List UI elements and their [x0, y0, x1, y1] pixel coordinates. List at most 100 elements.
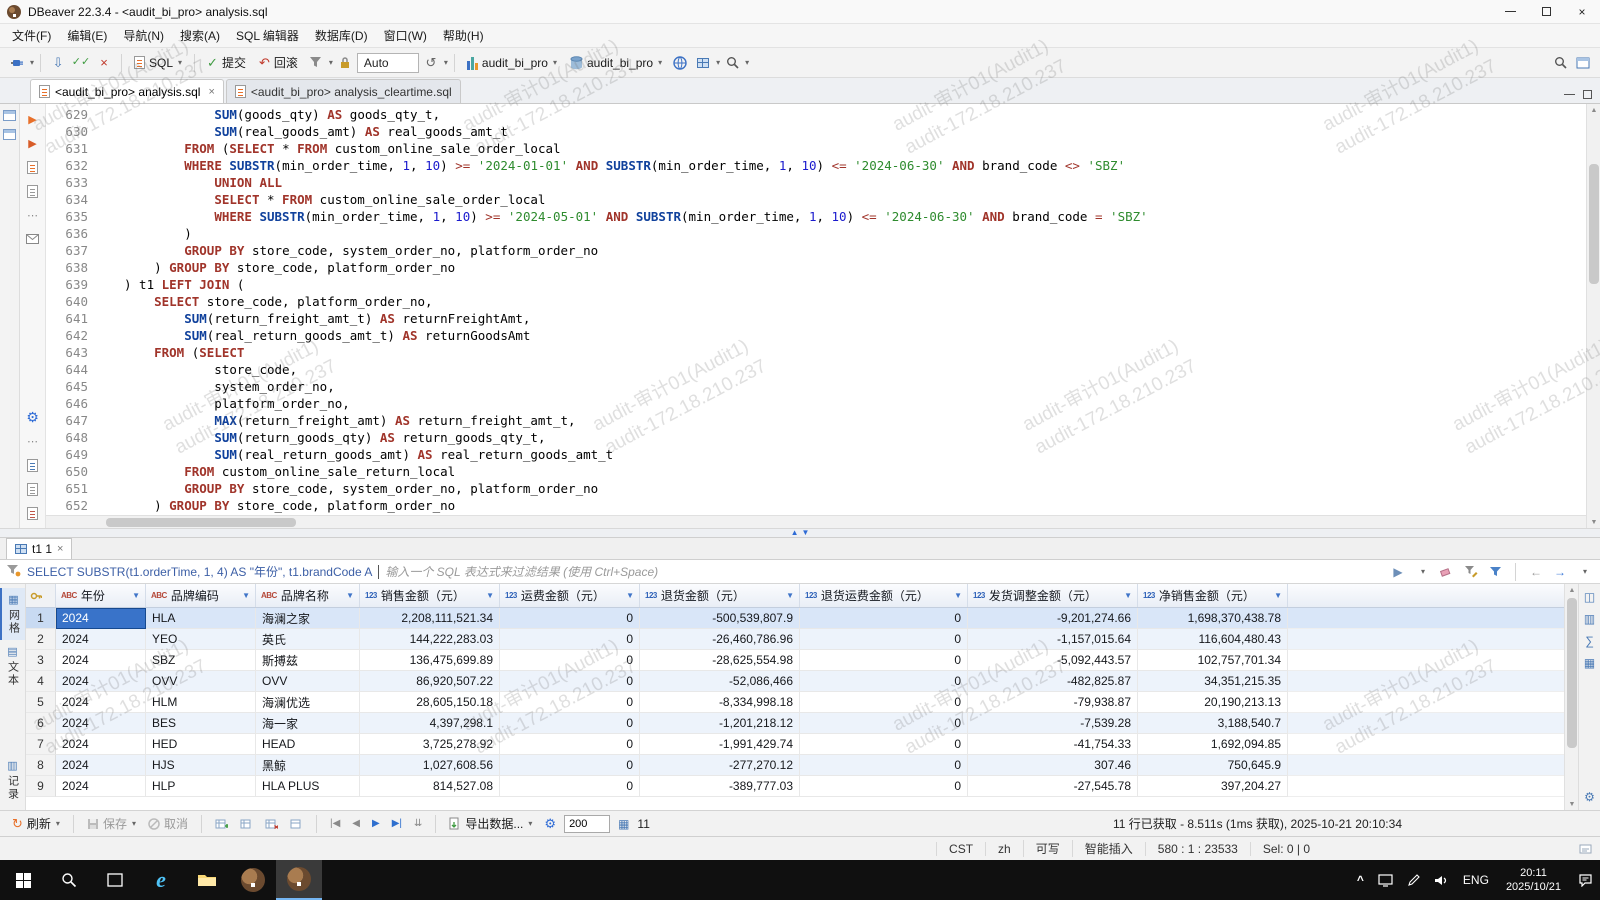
search-db-dropdown[interactable]: ▾ — [745, 58, 749, 67]
grid-cell[interactable]: 28,605,150.18 — [360, 692, 500, 713]
code-line[interactable]: WHERE SUBSTR(min_order_time, 1, 10) >= '… — [102, 157, 1125, 174]
grid-cell[interactable]: -8,334,998.18 — [640, 692, 800, 713]
open-file-icon[interactable] — [24, 480, 42, 498]
grid-cell[interactable]: 0 — [800, 755, 968, 776]
grid-cell[interactable]: 4,397,298.1 — [360, 713, 500, 734]
commit-button[interactable]: ✓ 提交 — [201, 52, 252, 73]
code-line[interactable]: SUM(real_return_goods_amt) AS real_retur… — [102, 446, 613, 463]
code-line[interactable]: GROUP BY store_code, system_order_no, pl… — [102, 242, 598, 259]
sort-dropdown-icon[interactable]: ▼ — [486, 591, 494, 600]
minimize-button[interactable] — [1492, 0, 1528, 23]
row-number[interactable]: 4 — [26, 671, 56, 692]
grid-cell[interactable]: 海澜优选 — [256, 692, 360, 713]
grid-cell[interactable]: OVV — [146, 671, 256, 692]
status-writable[interactable]: 可写 — [1022, 840, 1072, 857]
fetch-size-input[interactable] — [564, 814, 611, 833]
grid-cell[interactable]: BES — [146, 713, 256, 734]
explain-plan-icon[interactable] — [24, 158, 42, 176]
menu-item[interactable]: 数据库(D) — [307, 24, 376, 47]
row-add-icon[interactable] — [211, 816, 232, 832]
column-header[interactable]: 123 退货金额（元） ▼ — [640, 584, 800, 607]
export-data-button[interactable]: 导出数据... ▾ — [445, 813, 536, 834]
code-line[interactable]: SUM(real_return_goods_amt_t) AS returnGo… — [102, 327, 530, 344]
result-settings-gear-icon[interactable]: ⚙ — [540, 814, 560, 834]
dbeaver-taskbar-icon[interactable] — [230, 860, 276, 900]
refresh-button[interactable]: ↻ 刷新 ▾ — [8, 813, 64, 834]
grid-cell[interactable]: 0 — [500, 671, 640, 692]
code-line[interactable]: SELECT * FROM custom_online_sale_order_l… — [102, 191, 545, 208]
vscroll-thumb[interactable] — [1589, 164, 1599, 284]
start-button[interactable] — [0, 860, 46, 900]
new-connection-dropdown[interactable]: ▾ — [30, 58, 34, 67]
row-count-icon[interactable]: ▦ — [614, 815, 633, 833]
grid-cell[interactable]: 2024 — [56, 671, 146, 692]
edit-filter-icon[interactable] — [1462, 563, 1480, 581]
column-header[interactable]: 123 发货调整金额（元） ▼ — [968, 584, 1138, 607]
transaction-mode-dropdown[interactable]: ▾ — [329, 58, 333, 67]
tray-pen-icon[interactable] — [1400, 860, 1427, 900]
grid-cell[interactable]: -79,938.87 — [968, 692, 1138, 713]
menu-item[interactable]: 编辑(E) — [59, 24, 115, 47]
grid-cell[interactable]: -1,991,429.74 — [640, 734, 800, 755]
grid-cell[interactable]: 0 — [800, 734, 968, 755]
grid-cell[interactable]: -5,092,443.57 — [968, 650, 1138, 671]
code-line[interactable]: UNION ALL — [102, 174, 282, 191]
grid-scroll-down-icon[interactable]: ▼ — [1565, 798, 1579, 810]
row-number[interactable]: 9 — [26, 776, 56, 797]
column-header[interactable]: 123 销售金额（元） ▼ — [360, 584, 500, 607]
background-tasks-icon[interactable] — [1579, 843, 1592, 855]
grid-cell[interactable]: -389,777.03 — [640, 776, 800, 797]
grid-cell[interactable]: 1,698,370,438.78 — [1138, 608, 1288, 629]
status-caret-position[interactable]: 580 : 1 : 23533 — [1144, 841, 1250, 856]
menu-item[interactable]: 导航(N) — [115, 24, 172, 47]
filter-forward-icon[interactable]: → — [1551, 563, 1569, 581]
sort-dropdown-icon[interactable]: ▼ — [1274, 591, 1282, 600]
filter-nav-dropdown[interactable]: ▾ — [1576, 563, 1594, 581]
task-view-icon[interactable] — [92, 860, 138, 900]
file-explorer-icon[interactable] — [184, 860, 230, 900]
grid-cell[interactable]: 0 — [500, 629, 640, 650]
grid-cell[interactable]: -500,539,807.9 — [640, 608, 800, 629]
grid-cell[interactable]: HJS — [146, 755, 256, 776]
grid-cell[interactable]: -7,539.28 — [968, 713, 1138, 734]
grid-cell[interactable]: HLA PLUS — [256, 776, 360, 797]
row-delete-icon[interactable] — [261, 816, 282, 832]
notification-center-icon[interactable] — [1571, 860, 1600, 900]
sql-editor-menu-button[interactable]: SQL ▾ — [128, 54, 188, 72]
close-button[interactable]: × — [1564, 0, 1600, 23]
menu-item[interactable]: 文件(F) — [4, 24, 59, 47]
grid-cell[interactable]: 144,222,283.03 — [360, 629, 500, 650]
grid-cell[interactable]: -28,625,554.98 — [640, 650, 800, 671]
grid-cell[interactable]: 2024 — [56, 713, 146, 734]
column-header[interactable]: 123 运费金额（元） ▼ — [500, 584, 640, 607]
grid-cell[interactable]: 0 — [800, 776, 968, 797]
grid-cell[interactable]: 1,027,608.56 — [360, 755, 500, 776]
editor-vertical-scrollbar[interactable]: ▲ ▼ — [1586, 104, 1600, 528]
code-line[interactable]: platform_order_no, — [102, 395, 349, 412]
import-icon[interactable]: ⇩ — [47, 52, 69, 74]
connection-selector[interactable]: audit_bi_pro ▾ — [461, 54, 563, 72]
code-line[interactable]: ) GROUP BY store_code, platform_order_no — [102, 259, 455, 276]
grid-cell[interactable]: 116,604,480.43 — [1138, 629, 1288, 650]
grid-cell[interactable]: 0 — [800, 713, 968, 734]
mail-result-icon[interactable] — [24, 230, 42, 248]
grid-cell[interactable]: 0 — [800, 671, 968, 692]
results-tab-t1[interactable]: t1 1 × — [6, 538, 73, 559]
menu-item[interactable]: SQL 编辑器 — [228, 24, 307, 47]
tray-display-icon[interactable] — [1371, 860, 1400, 900]
code-line[interactable]: SUM(real_goods_amt) AS real_goods_amt_t — [102, 123, 508, 140]
grid-cell[interactable]: -27,545.78 — [968, 776, 1138, 797]
grid-view-dropdown[interactable]: ▾ — [716, 58, 720, 67]
row-number[interactable]: 8 — [26, 755, 56, 776]
grid-cell[interactable]: HLP — [146, 776, 256, 797]
cross-icon[interactable]: × — [93, 52, 115, 74]
code-line[interactable]: GROUP BY store_code, system_order_no, pl… — [102, 480, 598, 497]
filter-query-text[interactable]: SELECT SUBSTR(t1.orderTime, 1, 4) AS "年份… — [27, 563, 372, 580]
ie-icon[interactable]: e — [138, 860, 184, 900]
calc-panel-icon[interactable]: ∑ — [1585, 634, 1594, 648]
tray-language[interactable]: ENG — [1456, 860, 1496, 900]
row-number[interactable]: 6 — [26, 713, 56, 734]
dbeaver-taskbar-icon-active[interactable] — [276, 860, 322, 900]
nav-prev-icon[interactable]: ◀ — [348, 816, 364, 831]
row-number[interactable]: 2 — [26, 629, 56, 650]
